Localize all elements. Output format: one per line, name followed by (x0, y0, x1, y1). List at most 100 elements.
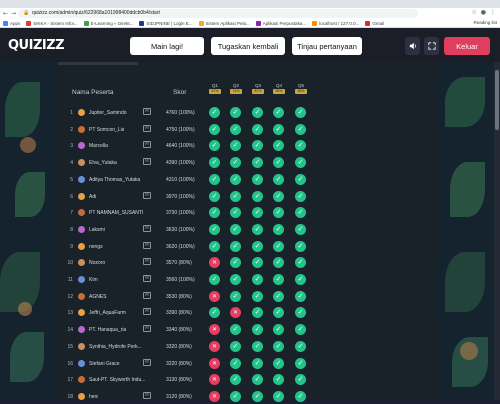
correct-check-icon[interactable]: ✓ (295, 274, 306, 285)
correct-check-icon[interactable]: ✓ (273, 190, 284, 202)
participant-row[interactable]: 4 Elva_Yutaka ✉ 4390 (100%) ✓ ✓ ✓ ✓ ✓ (63, 155, 328, 170)
participant-row[interactable]: 9 nengs ✉ 3620 (100%) ✓ ✓ ✓ ✓ ✓ (63, 239, 328, 254)
correct-check-icon[interactable]: ✓ (252, 190, 263, 202)
correct-check-icon[interactable]: ✓ (230, 257, 241, 269)
participant-row[interactable]: 3 Marcella ✉ 4640 (100%) ✓ ✓ ✓ ✓ ✓ (63, 138, 328, 153)
mail-icon[interactable]: ✉ (143, 224, 151, 232)
correct-check-icon[interactable]: ✓ (273, 123, 284, 135)
bookmark-item[interactable]: Sistem Aplikasi Pela... (198, 20, 250, 26)
incorrect-cross-icon[interactable]: ✕ (209, 357, 220, 369)
correct-check-icon[interactable]: ✓ (252, 257, 263, 269)
play-again-button[interactable]: Main lagi! (130, 37, 204, 55)
correct-check-icon[interactable]: ✓ (230, 190, 241, 202)
mail-icon[interactable]: ✉ (143, 191, 151, 199)
correct-check-icon[interactable]: ✓ (230, 207, 241, 219)
correct-check-icon[interactable]: ✓ (252, 307, 263, 319)
participant-row[interactable]: 13 Jeffri_AquaFarm ✉ 3390 (80%) ✓ ✕ ✓ ✓ ✓ (63, 305, 328, 320)
correct-check-icon[interactable]: ✓ (230, 274, 241, 285)
mail-icon[interactable]: ✉ (143, 391, 151, 399)
incorrect-cross-icon[interactable]: ✕ (209, 340, 220, 352)
scrollbar-thumb[interactable] (495, 70, 499, 130)
correct-check-icon[interactable]: ✓ (230, 223, 241, 235)
correct-check-icon[interactable]: ✓ (209, 173, 220, 185)
correct-check-icon[interactable]: ✓ (295, 140, 306, 152)
correct-check-icon[interactable]: ✓ (209, 307, 220, 319)
correct-check-icon[interactable]: ✓ (209, 240, 220, 252)
participant-row[interactable]: 12 AGNES ✉ 3530 (80%) ✕ ✓ ✓ ✓ ✓ (63, 289, 328, 304)
correct-check-icon[interactable]: ✓ (295, 123, 306, 135)
correct-check-icon[interactable]: ✓ (252, 290, 263, 302)
mail-icon[interactable]: ✉ (143, 291, 151, 299)
correct-check-icon[interactable]: ✓ (209, 207, 220, 219)
mail-icon[interactable]: ✉ (143, 358, 151, 366)
review-questions-button[interactable]: Tinjau pertanyaan (292, 37, 362, 55)
correct-check-icon[interactable]: ✓ (252, 107, 263, 118)
participant-row[interactable]: 15 Synthia_Hydrofe Perk... 3320 (80%) ✕ ✓ ✓ ✓ ✓ (63, 339, 328, 354)
incorrect-cross-icon[interactable]: ✕ (209, 324, 220, 336)
correct-check-icon[interactable]: ✓ (273, 324, 284, 336)
correct-check-icon[interactable]: ✓ (295, 257, 306, 269)
mail-icon[interactable]: ✉ (143, 108, 151, 115)
correct-check-icon[interactable]: ✓ (273, 290, 284, 302)
bookmark-item[interactable]: SIDJPNINE | Login E... (139, 20, 193, 26)
correct-check-icon[interactable]: ✓ (230, 107, 241, 118)
bookmark-item[interactable]: SIKKA - Sistem Infor... (26, 20, 78, 26)
correct-check-icon[interactable]: ✓ (273, 257, 284, 269)
correct-check-icon[interactable]: ✓ (295, 207, 306, 219)
incorrect-cross-icon[interactable]: ✕ (209, 374, 220, 386)
correct-check-icon[interactable]: ✓ (252, 324, 263, 336)
correct-check-icon[interactable]: ✓ (295, 307, 306, 319)
correct-check-icon[interactable]: ✓ (209, 190, 220, 202)
correct-check-icon[interactable]: ✓ (230, 357, 241, 369)
menu-icon[interactable]: ⋮ (490, 9, 496, 16)
correct-check-icon[interactable]: ✓ (273, 107, 284, 118)
fullscreen-icon[interactable] (424, 37, 439, 55)
bookmark-item[interactable]: Aplikasi Perpustaka... (255, 20, 306, 26)
mail-icon[interactable]: ✉ (143, 308, 151, 316)
correct-check-icon[interactable]: ✓ (209, 123, 220, 135)
correct-check-icon[interactable]: ✓ (273, 240, 284, 252)
correct-check-icon[interactable]: ✓ (252, 173, 263, 185)
correct-check-icon[interactable]: ✓ (273, 357, 284, 369)
correct-check-icon[interactable]: ✓ (230, 157, 241, 169)
url-field[interactable]: 🔒 quizizz.com/admin/quiz/622968a10199840… (18, 9, 418, 18)
participant-row[interactable]: 7 PT NAMNAM_SUSANTI 3730 (100%) ✓ ✓ ✓ ✓ ✓ (63, 205, 328, 220)
correct-check-icon[interactable]: ✓ (295, 240, 306, 252)
bookmark-item[interactable]: Gmail (365, 20, 384, 26)
correct-check-icon[interactable]: ✓ (209, 140, 220, 152)
mail-icon[interactable]: ✉ (143, 124, 151, 132)
correct-check-icon[interactable]: ✓ (252, 390, 263, 402)
bookmark-item[interactable]: localhost / 127.0.0... (312, 20, 359, 26)
correct-check-icon[interactable]: ✓ (252, 157, 263, 169)
correct-check-icon[interactable]: ✓ (230, 340, 241, 352)
mail-icon[interactable]: ✉ (143, 258, 151, 266)
correct-check-icon[interactable]: ✓ (273, 374, 284, 386)
correct-check-icon[interactable]: ✓ (273, 307, 284, 319)
correct-check-icon[interactable]: ✓ (252, 374, 263, 386)
correct-check-icon[interactable]: ✓ (230, 390, 241, 402)
correct-check-icon[interactable]: ✓ (273, 390, 284, 402)
correct-check-icon[interactable]: ✓ (273, 274, 284, 285)
correct-check-icon[interactable]: ✓ (273, 140, 284, 152)
correct-check-icon[interactable]: ✓ (273, 173, 284, 185)
mail-icon[interactable]: ✉ (143, 158, 151, 166)
correct-check-icon[interactable]: ✓ (252, 274, 263, 285)
correct-check-icon[interactable]: ✓ (273, 207, 284, 219)
speaker-icon[interactable] (405, 37, 420, 55)
mail-icon[interactable]: ✉ (143, 325, 151, 333)
correct-check-icon[interactable]: ✓ (252, 340, 263, 352)
correct-check-icon[interactable]: ✓ (295, 107, 306, 118)
correct-check-icon[interactable]: ✓ (209, 107, 220, 118)
correct-check-icon[interactable]: ✓ (295, 190, 306, 202)
incorrect-cross-icon[interactable]: ✕ (209, 257, 220, 269)
correct-check-icon[interactable]: ✓ (230, 173, 241, 185)
question-header[interactable]: Q5 95% (295, 83, 307, 94)
mail-icon[interactable]: ✉ (143, 141, 151, 149)
exit-button[interactable]: Keluar (444, 37, 490, 55)
correct-check-icon[interactable]: ✓ (209, 274, 220, 285)
participant-row[interactable]: 2 PT Somcon_Lia ✉ 4750 (100%) ✓ ✓ ✓ ✓ ✓ (63, 122, 328, 137)
column-header-name[interactable]: Nama Peserta (72, 89, 114, 96)
correct-check-icon[interactable]: ✓ (295, 340, 306, 352)
correct-check-icon[interactable]: ✓ (295, 390, 306, 402)
incorrect-cross-icon[interactable]: ✕ (209, 290, 220, 302)
